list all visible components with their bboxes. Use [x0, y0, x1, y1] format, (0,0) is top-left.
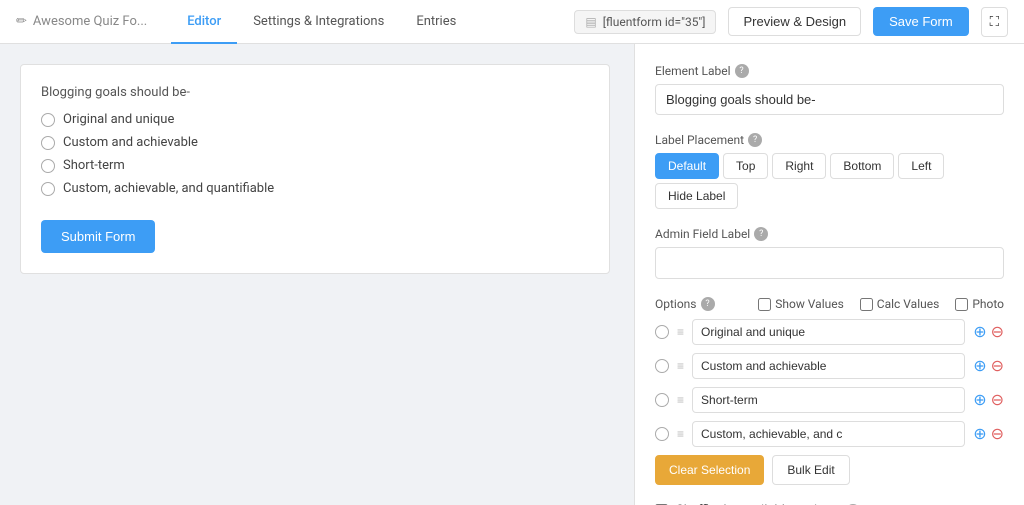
- label-placement-label: Label Placement ?: [655, 133, 1004, 147]
- submit-button[interactable]: Submit Form: [41, 220, 155, 253]
- option-row-1: ≡ ⊕ ⊖: [655, 353, 1004, 379]
- drag-handle-1[interactable]: ≡: [677, 359, 684, 373]
- right-panel: Element Label ? Label Placement ? Defaul…: [634, 44, 1024, 505]
- options-info-icon[interactable]: ?: [701, 297, 715, 311]
- list-item: Custom and achievable: [41, 135, 589, 150]
- shortcode-badge[interactable]: ▤ [fluentform id="35"]: [574, 10, 716, 34]
- option-remove-0[interactable]: ⊖: [991, 324, 1004, 340]
- option-label-2: Short-term: [63, 158, 125, 173]
- placement-left[interactable]: Left: [898, 153, 944, 179]
- calc-values-label[interactable]: Calc Values: [860, 297, 940, 311]
- placement-right[interactable]: Right: [772, 153, 826, 179]
- nav-right: ▤ [fluentform id="35"] Preview & Design …: [574, 7, 1008, 37]
- options-header: Options ? Show Values Calc Values Photo: [655, 297, 1004, 311]
- option-label-1: Custom and achievable: [63, 135, 198, 150]
- radio-circle-1: [41, 136, 55, 150]
- placement-default[interactable]: Default: [655, 153, 719, 179]
- brand-name: Awesome Quiz Fo...: [33, 14, 147, 29]
- option-remove-1[interactable]: ⊖: [991, 358, 1004, 374]
- photo-label[interactable]: Photo: [955, 297, 1004, 311]
- element-label-section: Element Label ?: [655, 64, 1004, 115]
- option-radio-3: [655, 427, 669, 441]
- admin-field-label-label: Admin Field Label ?: [655, 227, 1004, 241]
- option-add-0[interactable]: ⊕: [973, 324, 986, 340]
- placement-bottom[interactable]: Bottom: [830, 153, 894, 179]
- save-button[interactable]: Save Form: [873, 7, 969, 36]
- photo-checkbox[interactable]: [955, 298, 968, 311]
- radio-circle-2: [41, 159, 55, 173]
- element-label-label: Element Label ?: [655, 64, 1004, 78]
- editor-area: Blogging goals should be- Original and u…: [0, 44, 634, 505]
- label-placement-info-icon[interactable]: ?: [748, 133, 762, 147]
- tab-entries[interactable]: Entries: [400, 0, 472, 44]
- fullscreen-button[interactable]: ⛶: [981, 7, 1008, 37]
- show-values-checkbox[interactable]: [758, 298, 771, 311]
- form-question: Blogging goals should be-: [41, 85, 589, 100]
- option-row-2: ≡ ⊕ ⊖: [655, 387, 1004, 413]
- admin-field-label-section: Admin Field Label ?: [655, 227, 1004, 279]
- option-remove-2[interactable]: ⊖: [991, 392, 1004, 408]
- option-actions-2: ⊕ ⊖: [973, 392, 1004, 408]
- clear-selection-button[interactable]: Clear Selection: [655, 455, 764, 485]
- element-label-input[interactable]: [655, 84, 1004, 115]
- shortcode-icon: ▤: [585, 15, 596, 29]
- option-label-0: Original and unique: [63, 112, 174, 127]
- tab-settings[interactable]: Settings & Integrations: [237, 0, 400, 44]
- drag-handle-3[interactable]: ≡: [677, 427, 684, 441]
- options-section: Options ? Show Values Calc Values Photo: [655, 297, 1004, 485]
- main-layout: Blogging goals should be- Original and u…: [0, 44, 1024, 505]
- option-actions-3: ⊕ ⊖: [973, 426, 1004, 442]
- option-row-3: ≡ ⊕ ⊖: [655, 421, 1004, 447]
- radio-circle-3: [41, 182, 55, 196]
- list-item: Original and unique: [41, 112, 589, 127]
- option-add-2[interactable]: ⊕: [973, 392, 986, 408]
- drag-handle-2[interactable]: ≡: [677, 393, 684, 407]
- preview-button[interactable]: Preview & Design: [728, 7, 861, 36]
- label-placement-section: Label Placement ? Default Top Right Bott…: [655, 133, 1004, 209]
- calc-values-checkbox[interactable]: [860, 298, 873, 311]
- radio-circle-0: [41, 113, 55, 127]
- show-values-label[interactable]: Show Values: [758, 297, 844, 311]
- drag-handle-0[interactable]: ≡: [677, 325, 684, 339]
- option-add-3[interactable]: ⊕: [973, 426, 986, 442]
- nav-brand: ✏ Awesome Quiz Fo...: [16, 14, 147, 29]
- option-row-0: ≡ ⊕ ⊖: [655, 319, 1004, 345]
- options-right: Show Values Calc Values Photo: [758, 297, 1004, 311]
- option-input-2[interactable]: [692, 387, 965, 413]
- options-label: Options ?: [655, 297, 715, 311]
- placement-group: Default Top Right Bottom Left Hide Label: [655, 153, 1004, 209]
- option-input-0[interactable]: [692, 319, 965, 345]
- option-add-1[interactable]: ⊕: [973, 358, 986, 374]
- option-radio-2: [655, 393, 669, 407]
- shortcode-text: [fluentform id="35"]: [603, 15, 706, 29]
- element-label-info-icon[interactable]: ?: [735, 64, 749, 78]
- tab-editor[interactable]: Editor: [171, 0, 237, 44]
- list-item: Custom, achievable, and quantifiable: [41, 181, 589, 196]
- nav-tabs: Editor Settings & Integrations Entries: [171, 0, 574, 43]
- option-remove-3[interactable]: ⊖: [991, 426, 1004, 442]
- bulk-edit-button[interactable]: Bulk Edit: [772, 455, 849, 485]
- option-input-1[interactable]: [692, 353, 965, 379]
- option-actions-0: ⊕ ⊖: [973, 324, 1004, 340]
- option-actions-1: ⊕ ⊖: [973, 358, 1004, 374]
- option-radio-0: [655, 325, 669, 339]
- placement-top[interactable]: Top: [723, 153, 768, 179]
- placement-hide[interactable]: Hide Label: [655, 183, 738, 209]
- option-label-3: Custom, achievable, and quantifiable: [63, 181, 274, 196]
- action-row: Clear Selection Bulk Edit: [655, 455, 1004, 485]
- option-radio-1: [655, 359, 669, 373]
- edit-icon: ✏: [16, 14, 27, 29]
- admin-field-label-info-icon[interactable]: ?: [754, 227, 768, 241]
- top-nav: ✏ Awesome Quiz Fo... Editor Settings & I…: [0, 0, 1024, 44]
- option-input-3[interactable]: [692, 421, 965, 447]
- admin-field-label-input[interactable]: [655, 247, 1004, 279]
- form-preview: Blogging goals should be- Original and u…: [20, 64, 610, 274]
- list-item: Short-term: [41, 158, 589, 173]
